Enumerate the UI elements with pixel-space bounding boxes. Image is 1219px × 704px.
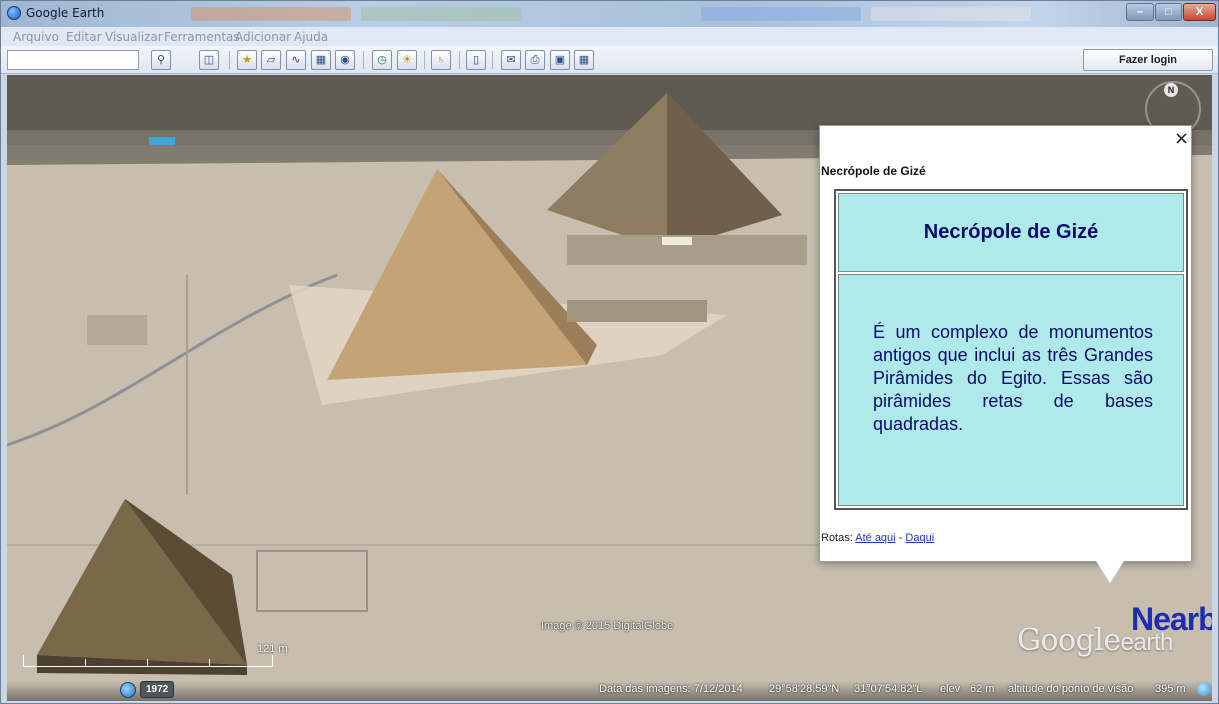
background-tab bbox=[871, 7, 1031, 21]
menu-bar: Arquivo Editar Visualizar Ferramentas Ad… bbox=[1, 27, 1218, 46]
title-bar[interactable]: Google Earth – □ X bbox=[1, 1, 1218, 27]
balloon-description: É um complexo de monumentos antigos que … bbox=[873, 322, 1153, 434]
google-earth-logo: Googleearth bbox=[1017, 623, 1173, 658]
sunlight-icon[interactable]: ☀ bbox=[397, 50, 417, 70]
scale-bar bbox=[23, 655, 273, 667]
logo-earth: earth bbox=[1120, 629, 1174, 656]
balloon-pointer bbox=[1096, 561, 1124, 583]
window-title: Google Earth bbox=[26, 6, 105, 20]
add-path-icon[interactable]: ∿ bbox=[286, 50, 306, 70]
menu-ajuda[interactable]: Ajuda bbox=[294, 30, 328, 44]
scale-tick bbox=[209, 659, 210, 667]
north-indicator[interactable]: N bbox=[1164, 83, 1178, 97]
close-balloon-icon[interactable]: × bbox=[1174, 130, 1189, 148]
historical-year-badge[interactable]: 1972 bbox=[140, 681, 175, 698]
toolbar-divider bbox=[492, 51, 493, 69]
ruins bbox=[87, 315, 147, 345]
background-tab bbox=[191, 7, 351, 21]
elevation-label: elev bbox=[940, 683, 961, 695]
app-window: Google Earth – □ X Arquivo Editar Visual… bbox=[0, 0, 1219, 704]
search-icon[interactable]: ⚲ bbox=[151, 50, 171, 70]
background-tab bbox=[701, 7, 861, 21]
info-balloon: × Necrópole de Gizé Necrópole de Gizé É … bbox=[819, 125, 1192, 562]
elevation-value: 62 m bbox=[970, 683, 995, 695]
view-in-maps-icon[interactable]: ▦ bbox=[574, 50, 594, 70]
menu-ferramentas[interactable]: Ferramentas bbox=[164, 30, 240, 44]
ruler-icon[interactable]: ▯ bbox=[466, 50, 486, 70]
directions-label: Rotas: bbox=[821, 532, 853, 544]
imagery-credit: Image © 2015 DigitalGlobe bbox=[541, 620, 674, 632]
record-tour-icon[interactable]: ◉ bbox=[335, 50, 355, 70]
eye-altitude-label: altitude do ponto de visão bbox=[1008, 683, 1134, 695]
eye-altitude-value: 395 m bbox=[1155, 683, 1186, 695]
balloon-heading: Necrópole de Gizé bbox=[923, 221, 1099, 243]
historical-imagery-icon[interactable]: ◷ bbox=[372, 50, 392, 70]
close-window-button[interactable]: X bbox=[1183, 3, 1216, 21]
balloon-table: Necrópole de Gizé É um complexo de monum… bbox=[834, 189, 1188, 510]
scale-tick bbox=[85, 659, 86, 667]
historical-imagery-clock-icon[interactable] bbox=[120, 682, 136, 698]
add-polygon-icon[interactable]: ▱ bbox=[261, 50, 281, 70]
menu-visualizar[interactable]: Visualizar bbox=[105, 30, 163, 44]
planets-icon[interactable]: ♄ bbox=[431, 50, 451, 70]
balloon-title: Necrópole de Gizé bbox=[821, 164, 926, 178]
minimize-button[interactable]: – bbox=[1126, 3, 1154, 21]
directions-from-here-link[interactable]: Daqui bbox=[905, 532, 934, 544]
mortuary-temple bbox=[567, 300, 707, 322]
add-overlay-icon[interactable]: ▦ bbox=[311, 50, 331, 70]
add-placemark-icon[interactable]: ★ bbox=[237, 50, 257, 70]
save-image-icon[interactable]: ▣ bbox=[550, 50, 570, 70]
toolbar-divider bbox=[459, 51, 460, 69]
background-tab bbox=[361, 7, 521, 21]
balloon-heading-cell: Necrópole de Gizé bbox=[838, 193, 1184, 272]
latitude: 29°58'28.59"N bbox=[769, 683, 840, 695]
directions-line: Rotas: Até aqui - Daqui bbox=[821, 532, 934, 544]
menu-arquivo[interactable]: Arquivo bbox=[13, 30, 59, 44]
scale-tick bbox=[147, 659, 148, 667]
longitude: 31°07'54.82"L bbox=[854, 683, 923, 695]
sidebar-toggle-icon[interactable]: ◫ bbox=[199, 50, 219, 70]
directions-separator: - bbox=[898, 532, 903, 544]
login-button[interactable]: Fazer login bbox=[1083, 49, 1213, 71]
directions-to-here-link[interactable]: Até aqui bbox=[855, 532, 895, 544]
maximize-button[interactable]: □ bbox=[1155, 3, 1182, 21]
logo-google: Google bbox=[1017, 623, 1121, 658]
google-earth-icon bbox=[7, 6, 21, 20]
email-icon[interactable]: ✉ bbox=[501, 50, 521, 70]
streaming-globe-icon bbox=[1197, 682, 1211, 696]
imagery-date: Data das imagens: 7/12/2014 bbox=[599, 683, 743, 695]
toolbar-divider bbox=[229, 51, 230, 69]
scale-label: 121 m bbox=[257, 643, 288, 655]
temple-building bbox=[662, 237, 692, 245]
menu-adicionar[interactable]: Adicionar bbox=[235, 30, 291, 44]
toolbar: ⚲ ◫ ★ ▱ ∿ ▦ ◉ ◷ ☀ ♄ ▯ ✉ ⎙ ▣ ▦ Fazer logi… bbox=[1, 46, 1218, 74]
toolbar-divider bbox=[424, 51, 425, 69]
toolbar-divider bbox=[363, 51, 364, 69]
menu-editar[interactable]: Editar bbox=[66, 30, 102, 44]
search-input[interactable] bbox=[7, 50, 139, 70]
balloon-description-cell: É um complexo de monumentos antigos que … bbox=[838, 274, 1184, 506]
print-icon[interactable]: ⎙ bbox=[525, 50, 545, 70]
pool bbox=[149, 137, 175, 145]
